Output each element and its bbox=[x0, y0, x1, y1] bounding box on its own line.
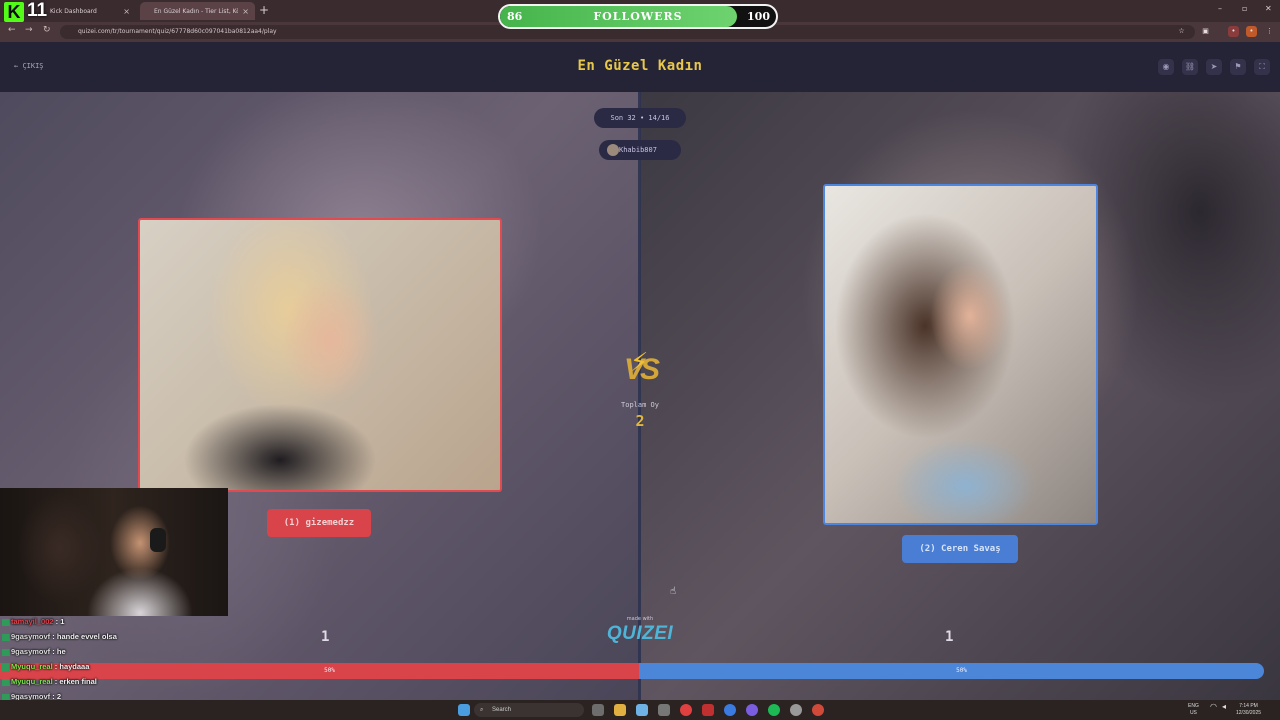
discord-icon[interactable] bbox=[746, 704, 758, 716]
chat-badge-icon bbox=[2, 678, 10, 686]
screen: Kick Dashboard × En Güzel Kadın - Tier L… bbox=[0, 0, 1280, 720]
menu-icon[interactable]: ⋮ bbox=[1264, 26, 1275, 37]
extension-icon[interactable]: • bbox=[1228, 26, 1239, 37]
follower-goal-bar: 86 FOLLOWERS 100 bbox=[498, 4, 778, 29]
time: 7:14 PM bbox=[1239, 703, 1258, 709]
eye-icon[interactable]: ◉ bbox=[1158, 59, 1174, 75]
task-view-icon[interactable] bbox=[592, 704, 604, 716]
chat-username: 9gasymovf bbox=[11, 647, 51, 656]
clock[interactable]: 7:14 PM 12/30/2025 bbox=[1236, 703, 1261, 717]
chat-message: Myuqu_real : erken final bbox=[0, 674, 230, 689]
search-placeholder: Search bbox=[492, 707, 512, 713]
spotify-icon[interactable] bbox=[768, 704, 780, 716]
left-vote-count: 1 bbox=[321, 629, 330, 645]
volume-icon[interactable]: ◂ bbox=[1222, 703, 1226, 711]
total-votes: 2 bbox=[635, 412, 645, 430]
left-option-name[interactable]: (1) gizemedzz bbox=[267, 509, 371, 537]
taskbar: ⌕ Search ENG US ◠ ◂ 7:14 PM 12/30/2025 bbox=[0, 700, 1280, 720]
made-with-label: made with bbox=[626, 616, 654, 622]
taskbar-search[interactable]: ⌕ Search bbox=[474, 703, 584, 717]
mouse-cursor-icon: ☝ bbox=[670, 586, 677, 597]
tab-label: En Güzel Kadın - Tier List, Kör S... bbox=[154, 7, 238, 15]
follower-goal: 100 bbox=[747, 10, 770, 23]
language-indicator[interactable]: ENG US bbox=[1188, 703, 1199, 717]
chat-badge-icon bbox=[2, 618, 10, 626]
close-icon[interactable]: × bbox=[123, 7, 130, 16]
maximize-icon[interactable]: ▫ bbox=[1242, 4, 1247, 13]
right-percent-bar: 50% bbox=[639, 663, 1264, 679]
flag-icon[interactable]: ⚑ bbox=[1230, 59, 1246, 75]
chat-message: 9gasymovf : hande evvel olsa bbox=[0, 629, 230, 644]
chat-badge-icon bbox=[2, 633, 10, 641]
chat-text: : haydaaa bbox=[52, 662, 90, 671]
search-icon: ⌕ bbox=[480, 707, 484, 713]
app-icon[interactable] bbox=[812, 704, 824, 716]
viewer-count: 11 bbox=[27, 0, 48, 21]
page-title: En Güzel Kadın bbox=[577, 58, 703, 74]
obs-icon[interactable] bbox=[790, 704, 802, 716]
wifi-icon[interactable]: ◠ bbox=[1210, 703, 1217, 711]
lightning-icon: ⚡ bbox=[630, 348, 649, 378]
right-option-image[interactable] bbox=[823, 184, 1098, 525]
site-header: ← ÇIKIŞ En Güzel Kadın ◉ ⛓ ➤ ⚑ ⛶ bbox=[0, 42, 1280, 92]
left-percent: 50% bbox=[324, 667, 335, 674]
app-icon[interactable] bbox=[702, 704, 714, 716]
chat-username: Myuqu_real bbox=[11, 677, 53, 686]
chat-message: tamayil_002 : 1 bbox=[0, 614, 230, 629]
lang-code: ENG bbox=[1188, 703, 1199, 709]
right-percent: 50% bbox=[956, 667, 967, 674]
back-icon[interactable]: ← bbox=[8, 25, 16, 35]
minimize-icon[interactable]: – bbox=[1218, 4, 1222, 13]
chat-text: : he bbox=[50, 647, 66, 656]
chat-text: : erken final bbox=[52, 677, 97, 686]
right-vote-count: 1 bbox=[945, 629, 954, 645]
extensions-icon[interactable]: ▣ bbox=[1200, 26, 1211, 37]
chat-badge-icon bbox=[2, 663, 10, 671]
chat-message: Myuqu_real : haydaaa bbox=[0, 659, 230, 674]
share-icon[interactable]: ➤ bbox=[1206, 59, 1222, 75]
close-window-icon[interactable]: ✕ bbox=[1265, 4, 1272, 13]
chat-text: : hande evvel olsa bbox=[50, 632, 117, 641]
kick-logo: K bbox=[4, 2, 24, 22]
store-icon[interactable] bbox=[658, 704, 670, 716]
creator-badge[interactable]: Khabib807 bbox=[599, 140, 681, 160]
region-code: US bbox=[1189, 710, 1197, 716]
bookmark-star-icon[interactable]: ☆ bbox=[1176, 26, 1187, 37]
webcam-overlay bbox=[0, 488, 228, 616]
fullscreen-icon[interactable]: ⛶ bbox=[1254, 59, 1270, 75]
chat-username: tamayil_002 bbox=[11, 617, 54, 626]
tab-quiz[interactable]: En Güzel Kadın - Tier List, Kör S... × bbox=[140, 2, 255, 20]
chrome-icon[interactable] bbox=[680, 704, 692, 716]
creator-name: Khabib807 bbox=[619, 146, 657, 154]
chrome-active-icon[interactable] bbox=[724, 704, 736, 716]
new-tab-icon[interactable]: + bbox=[259, 3, 269, 17]
chat-text: : 1 bbox=[53, 617, 65, 626]
headset-icon bbox=[150, 528, 166, 552]
forward-icon[interactable]: → bbox=[25, 25, 33, 35]
chat-username: Myuqu_real bbox=[11, 662, 53, 671]
close-icon[interactable]: × bbox=[242, 7, 249, 16]
edge-icon[interactable] bbox=[636, 704, 648, 716]
center-divider bbox=[638, 92, 641, 700]
round-badge: Son 32 • 14/16 bbox=[594, 108, 686, 128]
file-explorer-icon[interactable] bbox=[614, 704, 626, 716]
chat-message: 9gasymovf : he bbox=[0, 644, 230, 659]
date: 12/30/2025 bbox=[1236, 710, 1262, 716]
quizei-logo[interactable]: QUIZEI bbox=[600, 623, 680, 645]
chat-badge-icon bbox=[2, 648, 10, 656]
reload-icon[interactable]: ↻ bbox=[43, 25, 51, 35]
left-option-image[interactable] bbox=[138, 218, 502, 492]
follower-label: FOLLOWERS bbox=[593, 10, 683, 23]
chat-username: 9gasymovf bbox=[11, 632, 51, 641]
profile-icon[interactable]: • bbox=[1246, 26, 1257, 37]
link-icon[interactable]: ⛓ bbox=[1182, 59, 1198, 75]
windows-start-icon[interactable] bbox=[458, 704, 470, 716]
right-option-name[interactable]: (2) Ceren Savaş bbox=[902, 535, 1018, 563]
avatar bbox=[607, 144, 619, 156]
total-votes-label: Toplam Oy bbox=[621, 401, 659, 409]
